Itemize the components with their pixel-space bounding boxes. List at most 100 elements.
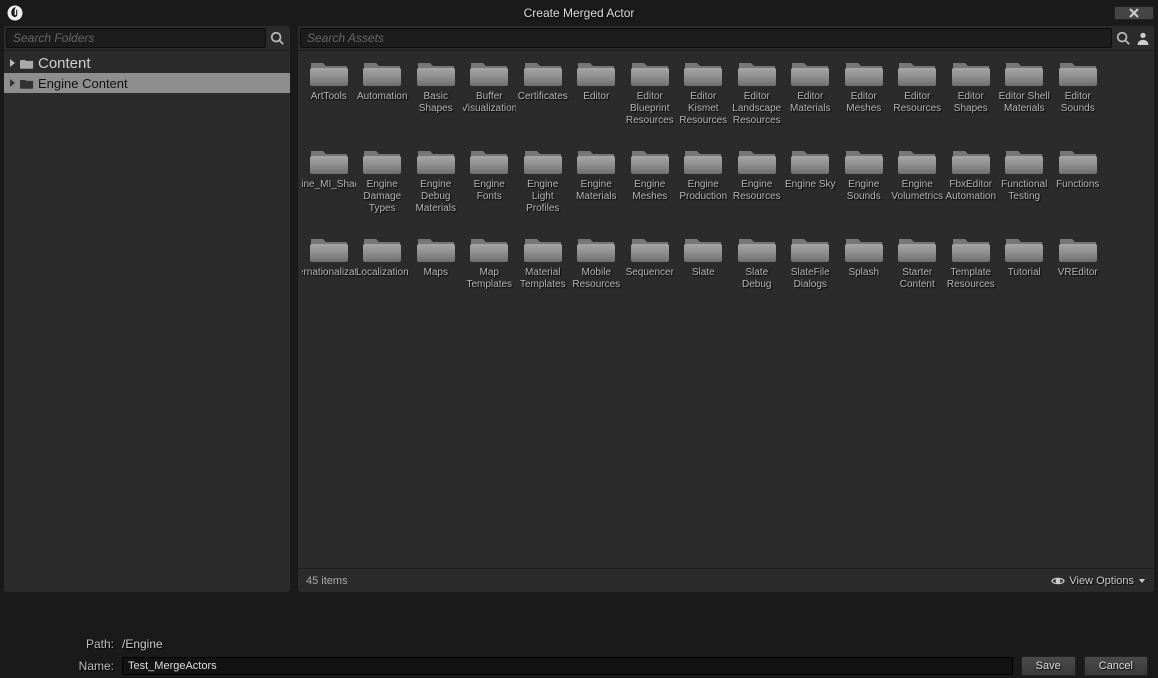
asset-folder-item[interactable]: Automation [356,55,410,143]
asset-folder-label: Engine Production [677,179,731,227]
asset-footer: 45 items View Options [298,568,1154,592]
asset-folder-item[interactable]: Engine Sounds [837,143,891,231]
asset-folder-item[interactable]: Sequencer [623,231,677,319]
asset-folder-item[interactable]: VREditor [1051,231,1105,319]
asset-folder-item[interactable]: Engine Fonts [463,143,517,231]
asset-folder-item[interactable]: Maps [409,231,463,319]
asset-folder-item[interactable]: Starter Content [891,231,945,319]
asset-folder-item[interactable]: Engine Materials [570,143,624,231]
asset-folder-label: Map Templates [463,267,517,315]
tree-item-label: Content [38,55,91,72]
asset-folder-label: Sequencer [625,267,675,315]
asset-folder-item[interactable]: Localization [356,231,410,319]
asset-folder-item[interactable]: Tutorial [998,231,1052,319]
app-logo [6,4,24,22]
folder-tree-panel: Content Engine Content [4,26,290,592]
asset-folder-item[interactable]: Engine Volumetrics [891,143,945,231]
asset-folder-item[interactable]: Mobile Resources [570,231,624,319]
asset-folder-label: Material Templates [516,267,570,315]
asset-folder-label: Basic Shapes [409,91,463,139]
chevron-down-icon [1138,577,1146,585]
asset-folder-item[interactable]: Editor Meshes [837,55,891,143]
bottom-form: Path: /Engine Name: Save Cancel [0,630,1158,678]
asset-folder-item[interactable]: Editor Kismet Resources [677,55,731,143]
asset-folder-item[interactable]: Editor Shell Materials [998,55,1052,143]
search-icon[interactable] [1112,28,1134,48]
path-label: Path: [10,637,114,651]
asset-folder-item[interactable]: Certificates [516,55,570,143]
search-icon[interactable] [266,28,288,48]
window-close-button[interactable] [1114,6,1154,20]
tree-item-label: Engine Content [38,76,128,91]
asset-folder-label: Editor Sounds [1051,91,1105,139]
eye-icon [1051,576,1065,586]
asset-folder-item[interactable]: Editor Materials [784,55,838,143]
asset-folder-label: Buffer Visualization [463,91,517,139]
asset-folder-item[interactable]: Editor Landscape Resources [730,55,784,143]
asset-folder-label: Slate Debug [730,267,784,315]
asset-folder-label: Internationalization [302,267,356,315]
asset-folder-label: Engine Light Profiles [516,179,570,227]
asset-folder-item[interactable]: ArtTools [302,55,356,143]
asset-folder-item[interactable]: Editor Shapes [944,55,998,143]
path-value: /Engine [122,637,163,651]
asset-folder-item[interactable]: Engine Debug Materials [409,143,463,231]
asset-folder-label: Engine Meshes [623,179,677,227]
asset-folder-label: Slate [691,267,716,315]
save-button[interactable]: Save [1021,656,1076,676]
asset-folder-item[interactable]: Functional Testing [998,143,1052,231]
cancel-button[interactable]: Cancel [1084,656,1148,676]
asset-folder-label: Engine_MI_Shaders [302,179,356,227]
asset-folder-item[interactable]: Internationalization [302,231,356,319]
folder-search-input[interactable] [6,28,266,48]
asset-folder-item[interactable]: Engine_MI_Shaders [302,143,356,231]
tree-item[interactable]: Content [4,53,290,73]
asset-search-input[interactable] [300,28,1112,48]
asset-folder-label: Template Resources [944,267,998,315]
asset-folder-item[interactable]: Editor Sounds [1051,55,1105,143]
asset-folder-item[interactable]: SlateFile Dialogs [784,231,838,319]
asset-grid-scroll[interactable]: ArtTools Automation Basic Shapes Buffer … [298,51,1154,568]
asset-folder-item[interactable]: Splash [837,231,891,319]
asset-folder-item[interactable]: Basic Shapes [409,55,463,143]
view-options-label: View Options [1069,575,1134,587]
asset-folder-label: Engine Debug Materials [409,179,463,227]
asset-folder-item[interactable]: Template Resources [944,231,998,319]
asset-folder-item[interactable]: Material Templates [516,231,570,319]
asset-folder-item[interactable]: Engine Sky [784,143,838,231]
asset-browser-panel: ArtTools Automation Basic Shapes Buffer … [298,26,1154,592]
asset-folder-label: SlateFile Dialogs [784,267,838,315]
asset-folder-item[interactable]: Engine Damage Types [356,143,410,231]
asset-folder-label: Engine Sounds [837,179,891,227]
asset-folder-item[interactable]: Buffer Visualization [463,55,517,143]
item-count: 45 items [306,575,348,587]
asset-folder-item[interactable]: Engine Meshes [623,143,677,231]
asset-folder-item[interactable]: Map Templates [463,231,517,319]
asset-folder-label: ArtTools [310,91,348,139]
asset-folder-item[interactable]: Editor Blueprint Resources [623,55,677,143]
user-icon[interactable] [1134,28,1152,48]
asset-folder-item[interactable]: Editor [570,55,624,143]
asset-folder-label: Functional Testing [998,179,1052,227]
asset-folder-item[interactable]: Editor Resources [891,55,945,143]
asset-folder-item[interactable]: Engine Resources [730,143,784,231]
asset-folder-label: Engine Damage Types [356,179,410,227]
asset-folder-item[interactable]: FbxEditor Automation [944,143,998,231]
window-title: Create Merged Actor [524,6,635,20]
asset-folder-item[interactable]: Engine Production [677,143,731,231]
name-input[interactable] [122,657,1013,675]
asset-folder-label: Editor Shell Materials [998,91,1052,139]
asset-folder-label: Engine Resources [730,179,784,227]
asset-folder-label: Engine Volumetrics [891,179,945,227]
asset-folder-label: Starter Content [891,267,945,315]
asset-folder-label: Functions [1055,179,1100,227]
asset-folder-item[interactable]: Slate Debug [730,231,784,319]
asset-folder-item[interactable]: Functions [1051,143,1105,231]
view-options-button[interactable]: View Options [1051,575,1146,587]
asset-folder-item[interactable]: Slate [677,231,731,319]
asset-folder-label: Tutorial [1007,267,1042,315]
asset-folder-item[interactable]: Engine Light Profiles [516,143,570,231]
asset-folder-label: Mobile Resources [570,267,624,315]
asset-folder-label: Editor Materials [784,91,838,139]
tree-item[interactable]: Engine Content [4,73,290,93]
